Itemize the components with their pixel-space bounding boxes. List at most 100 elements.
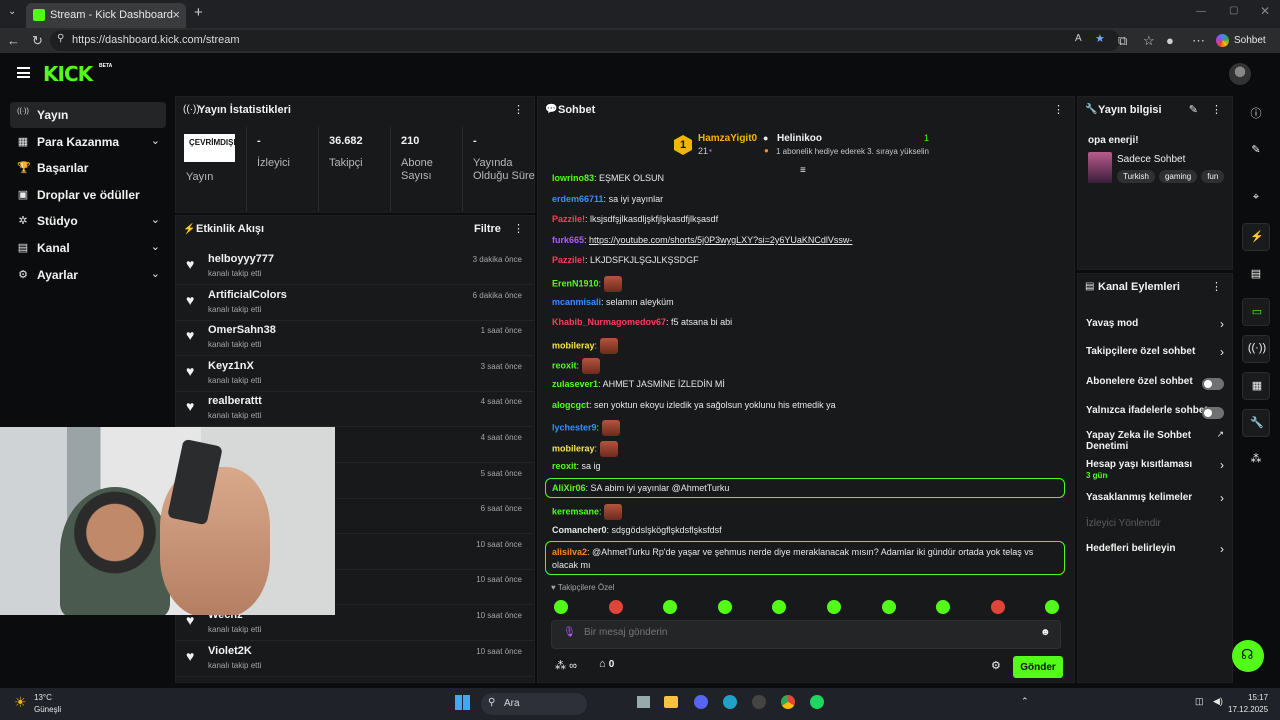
emote-icon[interactable] bbox=[990, 600, 1005, 614]
emote-icon[interactable] bbox=[608, 600, 623, 614]
spotify-icon[interactable] bbox=[810, 695, 824, 709]
category-name[interactable]: Sadece Sohbet bbox=[1117, 154, 1185, 165]
chevron-right-icon[interactable]: › bbox=[1220, 317, 1224, 331]
emote-icon[interactable] bbox=[881, 600, 896, 614]
emoji-icon[interactable]: ☻ bbox=[1040, 627, 1051, 638]
filter-button[interactable]: Filtre bbox=[474, 223, 501, 235]
chat-user[interactable]: mobileray bbox=[552, 340, 595, 350]
chat-user[interactable]: furk665 bbox=[552, 235, 584, 245]
follower-name[interactable]: realberattt bbox=[208, 395, 262, 407]
user-avatar[interactable] bbox=[1229, 63, 1251, 85]
emote-icon[interactable] bbox=[772, 600, 787, 614]
sidebar-item[interactable]: ▦ Para Kazanma ⌄ bbox=[10, 129, 166, 155]
emote-icon[interactable] bbox=[554, 600, 568, 614]
chat-message[interactable]: zulasever1: AHMET JASMİNE İZLEDİN Mİ bbox=[552, 379, 725, 389]
read-aloud-icon[interactable]: A bbox=[1075, 33, 1082, 44]
kick-logo[interactable]: KICK bbox=[43, 62, 93, 86]
extensions-icon[interactable]: ⧉ bbox=[1118, 33, 1127, 49]
layout-button[interactable]: ▦ bbox=[1242, 372, 1270, 400]
tab-list-icon[interactable]: ⌄ bbox=[8, 6, 16, 17]
chevron-right-icon[interactable]: › bbox=[1220, 542, 1224, 556]
send-button[interactable]: Gönder bbox=[1013, 656, 1063, 678]
channel-action[interactable]: Yavaş mod › bbox=[1078, 312, 1232, 338]
external-link-icon[interactable]: ↗ bbox=[1216, 429, 1224, 440]
tray-chevron-icon[interactable]: ⌃ bbox=[1021, 696, 1029, 707]
chat-message[interactable]: mcanmisali: selamın aleyküm bbox=[552, 297, 674, 307]
weather-icon[interactable]: ☀ bbox=[14, 694, 27, 711]
emote-bar[interactable] bbox=[554, 600, 1064, 614]
chevron-right-icon[interactable]: › bbox=[1220, 345, 1224, 359]
emote-icon[interactable] bbox=[663, 600, 678, 614]
edit-button[interactable]: ✎ bbox=[1242, 137, 1270, 165]
stats-menu-icon[interactable]: ⋮ bbox=[513, 103, 524, 116]
chat-user[interactable]: reoxit bbox=[552, 461, 577, 471]
sidebar-item[interactable]: ▣ Droplar ve ödüller bbox=[10, 182, 166, 208]
channel-action[interactable]: Hesap yaşı kısıtlaması 3 gün › bbox=[1078, 453, 1232, 480]
follower-name[interactable]: ArtificialColors bbox=[208, 289, 287, 301]
store-icon[interactable]: ⌂ 0 bbox=[599, 658, 614, 670]
taskview-icon[interactable] bbox=[637, 696, 650, 708]
chevron-right-icon[interactable]: › bbox=[1220, 491, 1224, 505]
sidebar-item[interactable]: ✲ Stüdyo ⌄ bbox=[10, 208, 166, 234]
chat-message[interactable]: Khabib_Nurmagomedov67: f5 atsana bi abi bbox=[552, 317, 732, 327]
clock-date[interactable]: 17.12.2025 bbox=[1228, 705, 1268, 714]
profile-icon[interactable]: ● bbox=[1166, 33, 1174, 48]
activity-row[interactable]: ♥ helboyyy777 kanalı takip etti 3 dakika ön… bbox=[176, 249, 534, 285]
tag-chip[interactable]: fun bbox=[1201, 170, 1225, 183]
chat-user[interactable]: lychester9 bbox=[552, 423, 597, 433]
chat-user[interactable]: Khabib_Nurmagomedov67 bbox=[552, 317, 666, 327]
edge-icon[interactable] bbox=[723, 695, 737, 709]
collections-icon[interactable]: ☆ bbox=[1143, 33, 1155, 49]
follower-name[interactable]: Keyz1nX bbox=[208, 360, 254, 372]
chat-button[interactable]: ▭ bbox=[1242, 298, 1270, 326]
chat-message[interactable]: lychester9: bbox=[552, 420, 620, 437]
channel-action[interactable]: Yasaklanmış kelimeler › bbox=[1078, 486, 1232, 512]
more-menu-icon[interactable]: ⋯ bbox=[1192, 33, 1205, 49]
chat-message[interactable]: keremsane: bbox=[552, 504, 623, 520]
chat-user[interactable]: erdem66711 bbox=[552, 194, 604, 204]
chat-menu-icon[interactable]: ⋮ bbox=[1053, 103, 1064, 116]
chat-message[interactable]: furk665: https://youtube.com/shorts/5j0P… bbox=[552, 235, 852, 245]
notes-button[interactable]: ▤ bbox=[1242, 261, 1270, 289]
copilot-chat-button[interactable]: Sohbet et bbox=[1212, 31, 1280, 65]
activity-row[interactable]: ♥ Keyz1nX kanalı takip etti 3 saat önce bbox=[176, 356, 534, 392]
chat-message[interactable]: mobileray: bbox=[552, 440, 618, 457]
activity-row[interactable]: ♥ Violet2K kanalı takip etti 10 saat önce bbox=[176, 641, 534, 677]
chat-message[interactable]: Pazzile!: lksjsdfşjlkasdljşkfjlşkasdfjlk… bbox=[552, 214, 718, 224]
tag-chip[interactable]: Turkish bbox=[1117, 170, 1155, 183]
chat-user[interactable]: ErenN1910 bbox=[552, 278, 599, 288]
channel-action[interactable]: Abonelere özel sohbet bbox=[1078, 370, 1232, 396]
chat-input[interactable] bbox=[584, 627, 1004, 638]
channel-action[interactable]: Takipçilere özel sohbet › bbox=[1078, 340, 1232, 366]
emote-icon[interactable] bbox=[717, 600, 732, 614]
emote-icon[interactable] bbox=[827, 600, 841, 614]
collapse-icon[interactable]: ≡ bbox=[800, 165, 806, 176]
chat-user[interactable]: mcanmisali bbox=[552, 297, 601, 307]
activity-row[interactable]: ♥ realberattt kanalı takip etti 4 saat önce bbox=[176, 391, 534, 428]
volume-icon[interactable]: ◀) bbox=[1213, 696, 1223, 707]
more-button[interactable]: ⁂ bbox=[1242, 446, 1270, 474]
reload-icon[interactable]: ↻ bbox=[32, 33, 43, 49]
chat-user[interactable]: Pazzile! bbox=[552, 214, 585, 224]
support-button[interactable]: ☊ bbox=[1232, 640, 1264, 672]
microphone-icon[interactable]: 🎙 bbox=[563, 627, 576, 638]
chat-message[interactable]: erdem66711: sa iyi yayınlar bbox=[552, 194, 663, 204]
start-icon[interactable] bbox=[455, 695, 470, 710]
chat-message[interactable]: Comancher0: sdşgödslşkögflşkdsflşksfdsf bbox=[552, 525, 722, 535]
site-info-icon[interactable]: ⚲ bbox=[57, 33, 64, 44]
chat-message[interactable]: mobileray: bbox=[552, 337, 618, 354]
gift-leaderboard[interactable]: 1 HamzaYigit0 21 ▪ ● Helinikoo 1 ● 1 abo… bbox=[674, 133, 944, 163]
maximize-icon[interactable]: ▢ bbox=[1229, 5, 1238, 16]
chat-user[interactable]: alisilva2 bbox=[552, 547, 587, 557]
activity-menu-icon[interactable]: ⋮ bbox=[513, 222, 524, 235]
discord-icon[interactable] bbox=[694, 695, 708, 709]
chat-user[interactable]: AliXir06 bbox=[552, 483, 586, 493]
highlighted-message[interactable]: AliXir06: SA abim iyi yayınlar @AhmetTur… bbox=[545, 478, 1065, 498]
close-window-icon[interactable]: ✕ bbox=[1260, 4, 1270, 18]
toggle-switch[interactable] bbox=[1202, 407, 1224, 419]
sidebar-item[interactable]: ⚙ Ayarlar ⌄ bbox=[10, 262, 166, 288]
chat-user[interactable]: keremsane bbox=[552, 506, 599, 516]
new-tab-icon[interactable]: + bbox=[194, 4, 203, 21]
chat-user[interactable]: zulasever1 bbox=[552, 379, 598, 389]
emote-icon[interactable] bbox=[936, 600, 951, 614]
